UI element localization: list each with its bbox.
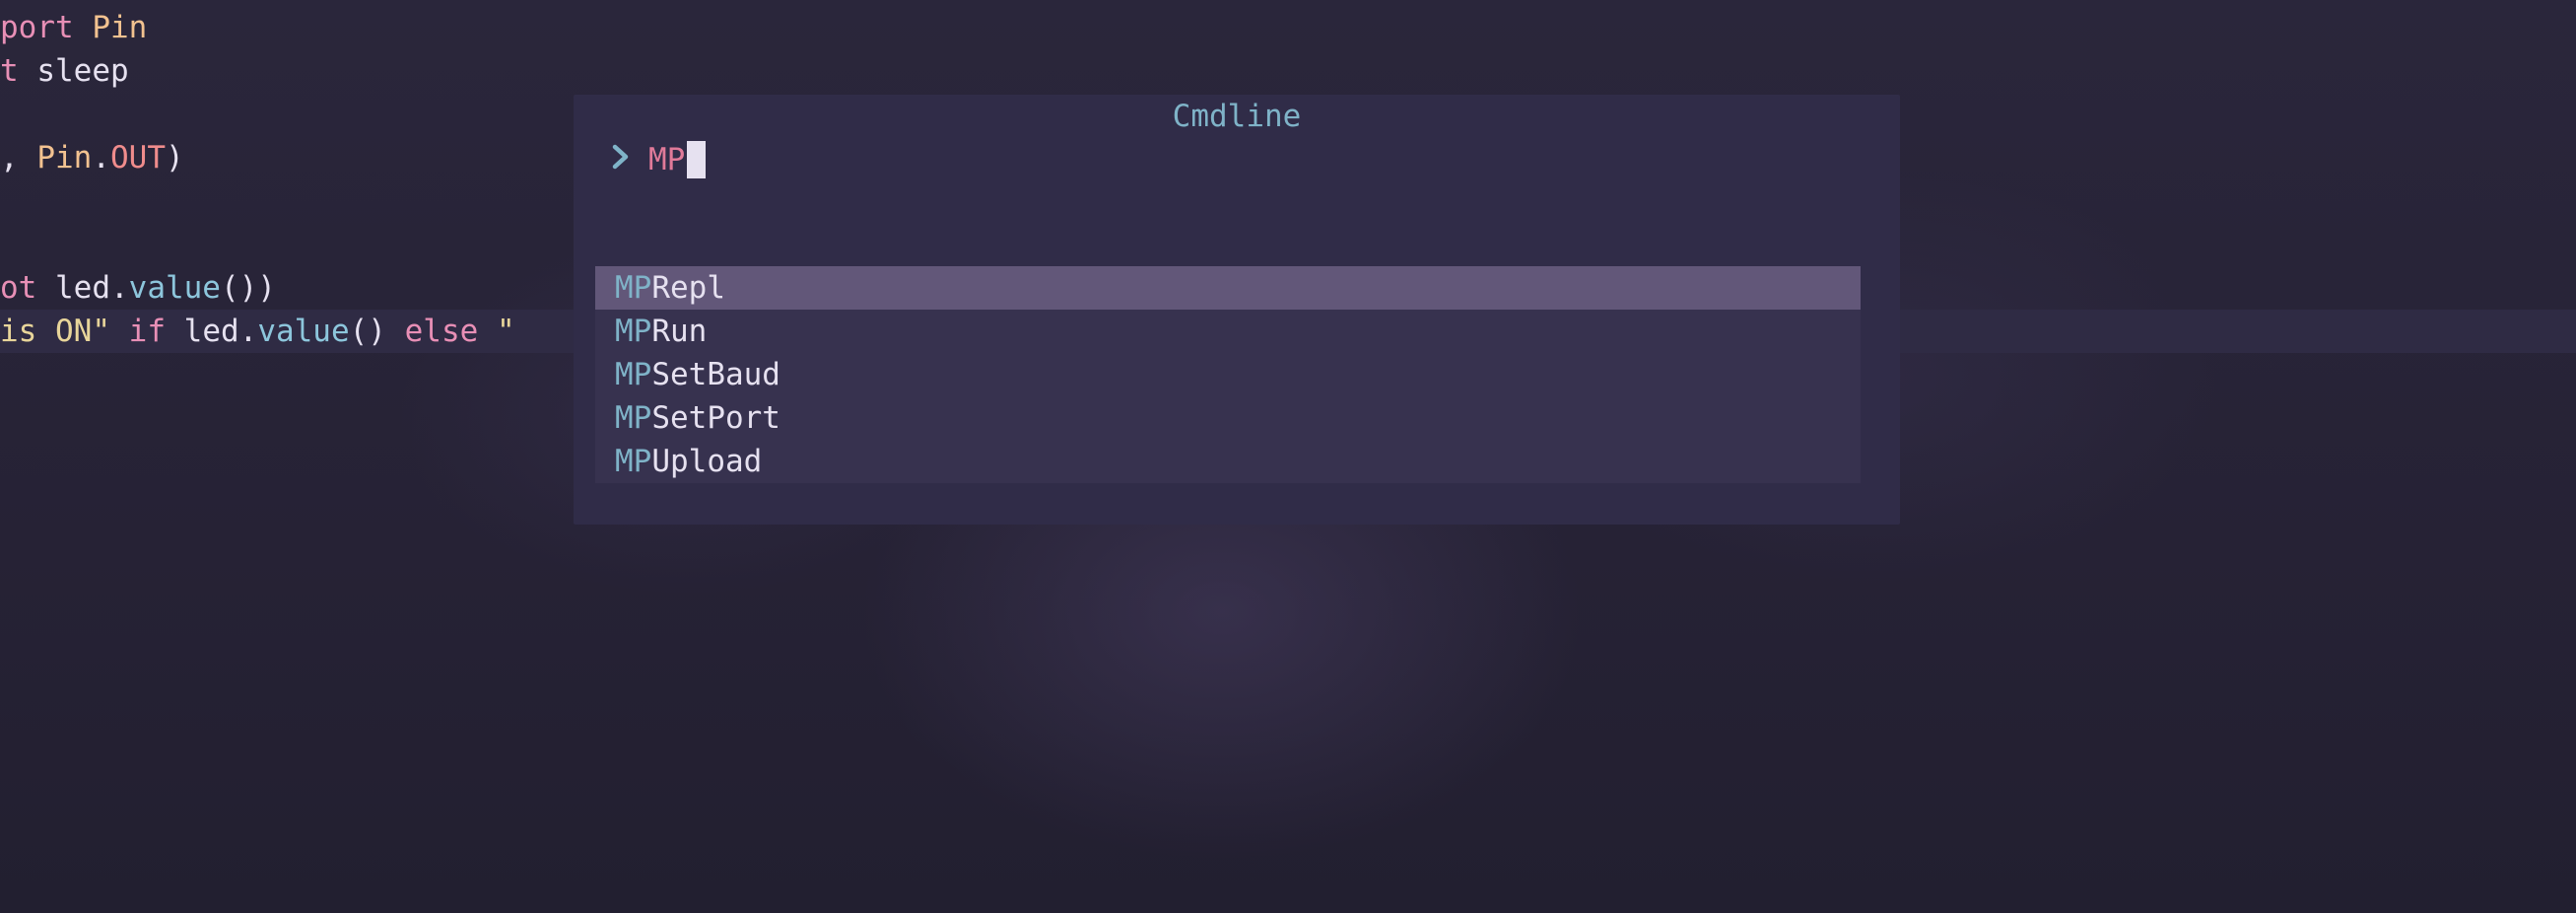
code-line: , Pin.OUT) <box>0 136 184 179</box>
code-token: led. <box>183 314 258 349</box>
completion-rest-text: Repl <box>651 270 725 306</box>
completion-rest-text: SetBaud <box>651 357 780 392</box>
code-token: port <box>0 10 93 45</box>
completion-rest-text: Run <box>651 314 708 349</box>
completion-match-text: MP <box>615 400 652 436</box>
completion-match-text: MP <box>615 444 652 479</box>
code-token: led. <box>55 270 129 306</box>
code-token: ot <box>0 270 55 306</box>
completion-item[interactable]: MPRepl <box>595 266 1861 310</box>
code-line: t sleep <box>0 49 129 93</box>
cmdline-title: Cmdline <box>1172 99 1302 134</box>
completion-rest-text: Upload <box>651 444 763 479</box>
code-token: if <box>128 314 184 349</box>
chevron-right-icon <box>611 138 648 181</box>
completion-item[interactable]: MPRun <box>595 310 1861 353</box>
code-token: t <box>0 53 37 89</box>
completion-item[interactable]: MPUpload <box>595 440 1861 483</box>
code-token: ) <box>166 140 184 176</box>
completion-item[interactable]: MPSetBaud <box>595 353 1861 396</box>
cmdline-input[interactable]: MP <box>648 138 685 181</box>
completion-match-text: MP <box>615 314 652 349</box>
text-cursor <box>687 141 707 178</box>
code-token: " <box>496 314 515 349</box>
completion-menu[interactable]: MPRepl MPRun MPSetBaud MPSetPort MPUpload <box>595 266 1861 483</box>
code-line: port Pin <box>0 6 147 49</box>
code-token: . <box>92 140 110 176</box>
code-token: ()) <box>220 270 276 306</box>
code-line: ot led.value()) <box>0 266 276 310</box>
code-token: sleep <box>36 53 129 89</box>
completion-rest-text: SetPort <box>651 400 780 436</box>
code-token: Pin <box>92 10 148 45</box>
completion-item[interactable]: MPSetPort <box>595 396 1861 440</box>
code-token: value <box>128 270 221 306</box>
code-token: , <box>0 140 37 176</box>
cmdline-prompt[interactable]: MP <box>611 138 707 181</box>
cmdline-popup: Cmdline MP MPRepl MPRun MPSetBaud MPSetPort… <box>574 95 1900 525</box>
code-token: Pin <box>36 140 93 176</box>
code-token: else <box>404 314 497 349</box>
code-line: is ON" if led.value() else " <box>0 310 515 353</box>
completion-match-text: MP <box>615 357 652 392</box>
completion-match-text: MP <box>615 270 652 306</box>
code-token: value <box>257 314 350 349</box>
code-token: () <box>349 314 405 349</box>
code-token: OUT <box>110 140 166 176</box>
code-token: is ON" <box>0 314 129 349</box>
